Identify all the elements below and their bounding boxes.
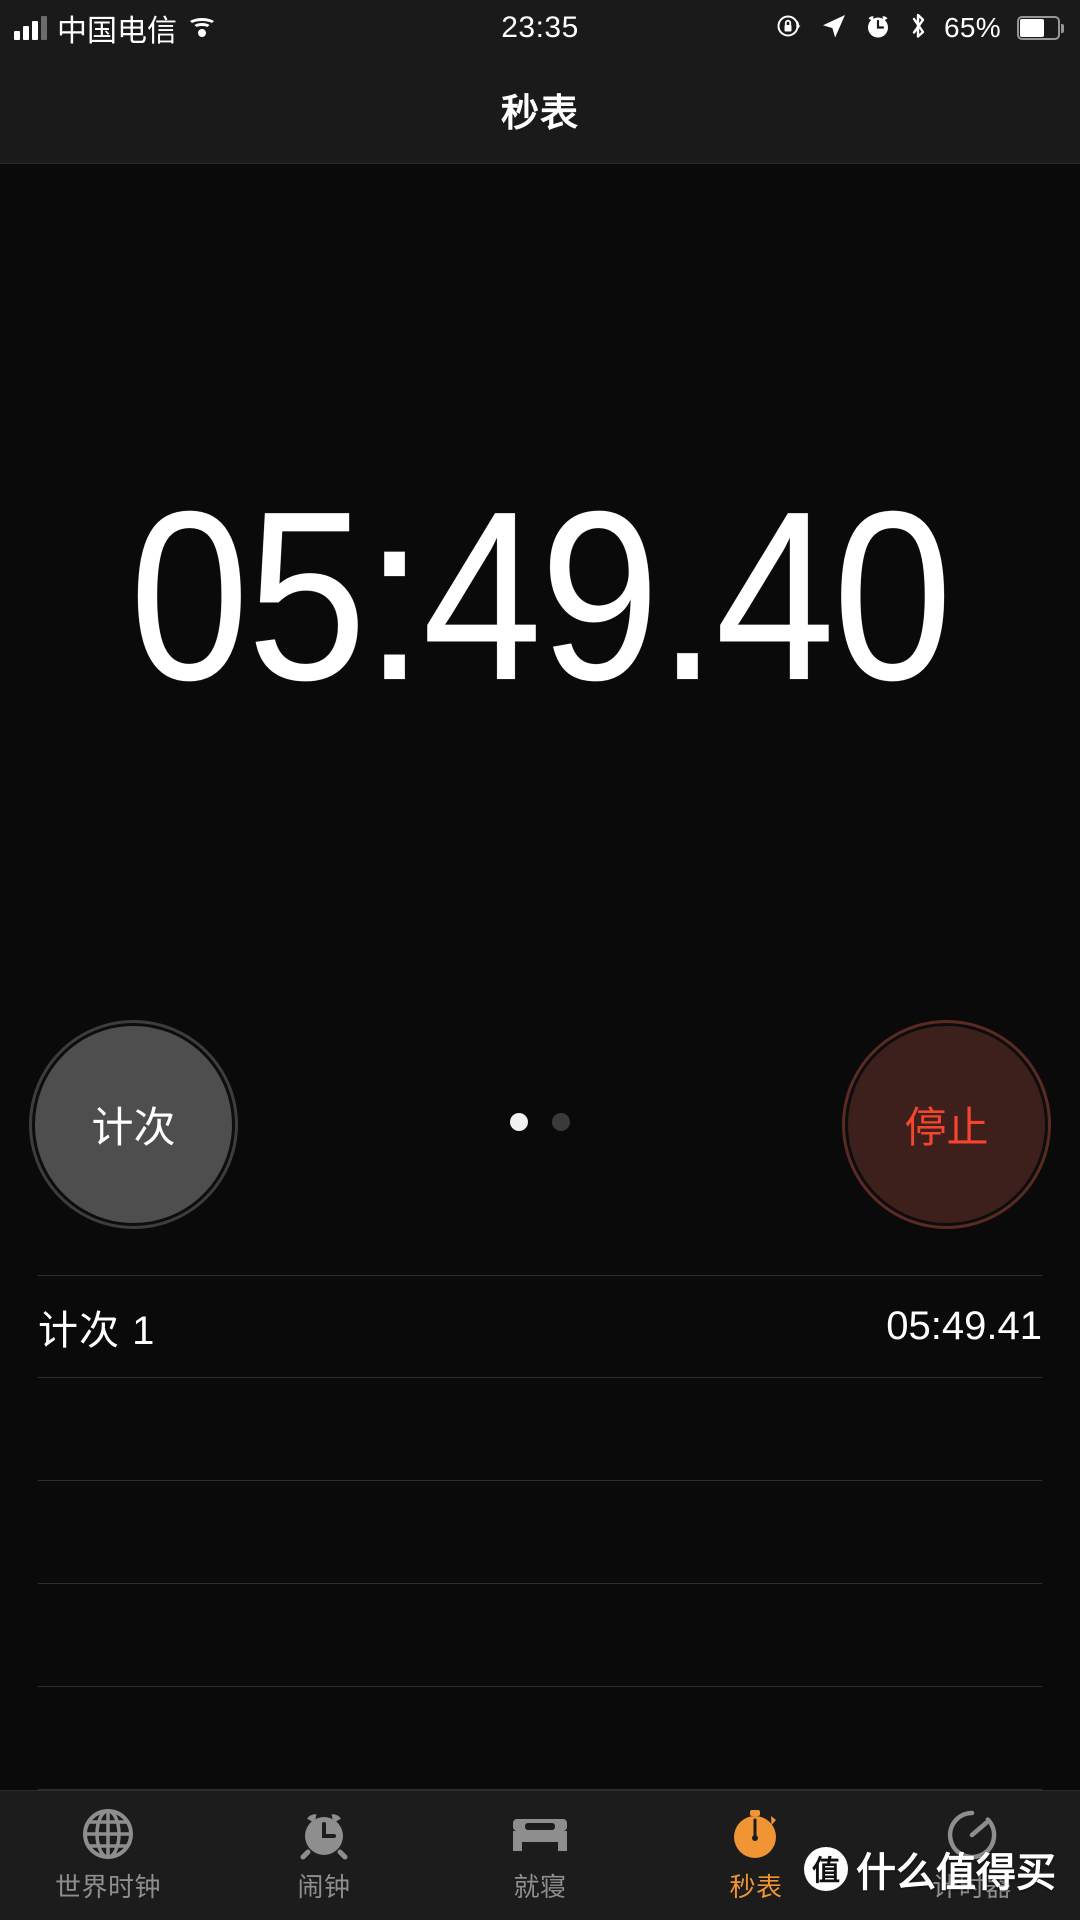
- status-bar: 中国电信 23:35 65%: [0, 0, 1080, 56]
- timer-icon: [943, 1803, 1001, 1865]
- page-dot-2[interactable]: [552, 1113, 570, 1131]
- stopwatch-screen: 中国电信 23:35 65% 秒表 05:49.40 计次 停止 计次 1 05…: [0, 0, 1080, 1920]
- lap-label: 计次 1: [38, 1308, 156, 1353]
- tab-world-clock[interactable]: 世界时钟: [0, 1791, 216, 1920]
- table-row[interactable]: [38, 1687, 1042, 1790]
- tab-label: 闹钟: [297, 1872, 351, 1902]
- stop-button-label: 停止: [904, 1104, 989, 1151]
- tab-bar: 世界时钟 闹钟 就寝 秒表 计时器: [0, 1790, 1080, 1920]
- tab-label: 就寝: [513, 1872, 567, 1902]
- battery-percent-label: 65%: [944, 12, 1001, 43]
- tab-label: 世界时钟: [54, 1872, 161, 1902]
- table-row[interactable]: [38, 1584, 1042, 1687]
- lap-time: 05:49.41: [886, 1304, 1042, 1348]
- location-arrow-icon: [820, 12, 848, 45]
- lap-list[interactable]: 计次 1 05:49.41: [0, 1275, 1080, 1790]
- elapsed-time-display: 05:49.40: [129, 460, 952, 730]
- navigation-bar: 秒表: [0, 56, 1080, 164]
- page-dot-1[interactable]: [510, 1113, 528, 1131]
- tab-stopwatch[interactable]: 秒表: [648, 1791, 864, 1920]
- tab-label: 秒表: [729, 1872, 783, 1902]
- bluetooth-icon: [908, 11, 928, 46]
- page-title: 秒表: [500, 93, 579, 135]
- tab-bedtime[interactable]: 就寝: [432, 1791, 648, 1920]
- status-bar-clock: 23:35: [501, 11, 579, 44]
- table-row[interactable]: [38, 1378, 1042, 1481]
- stopwatch-display-area: 05:49.40: [0, 165, 1080, 1025]
- table-row[interactable]: 计次 1 05:49.41: [38, 1275, 1042, 1378]
- table-row[interactable]: [38, 1481, 1042, 1584]
- stopwatch-icon: [727, 1803, 785, 1865]
- alarm-clock-icon: [295, 1803, 353, 1865]
- control-row: 计次 停止: [0, 1023, 1080, 1253]
- battery-icon: [1017, 16, 1064, 40]
- stop-button[interactable]: 停止: [845, 1023, 1048, 1226]
- tab-label: 计时器: [932, 1872, 1012, 1902]
- status-bar-right: 65%: [774, 0, 1064, 56]
- bed-icon: [509, 1803, 571, 1865]
- tab-alarm[interactable]: 闹钟: [216, 1791, 432, 1920]
- rotation-lock-icon: [774, 11, 804, 46]
- tab-timer[interactable]: 计时器: [864, 1791, 1080, 1920]
- globe-icon: [79, 1803, 137, 1865]
- alarm-clock-icon: [864, 12, 892, 45]
